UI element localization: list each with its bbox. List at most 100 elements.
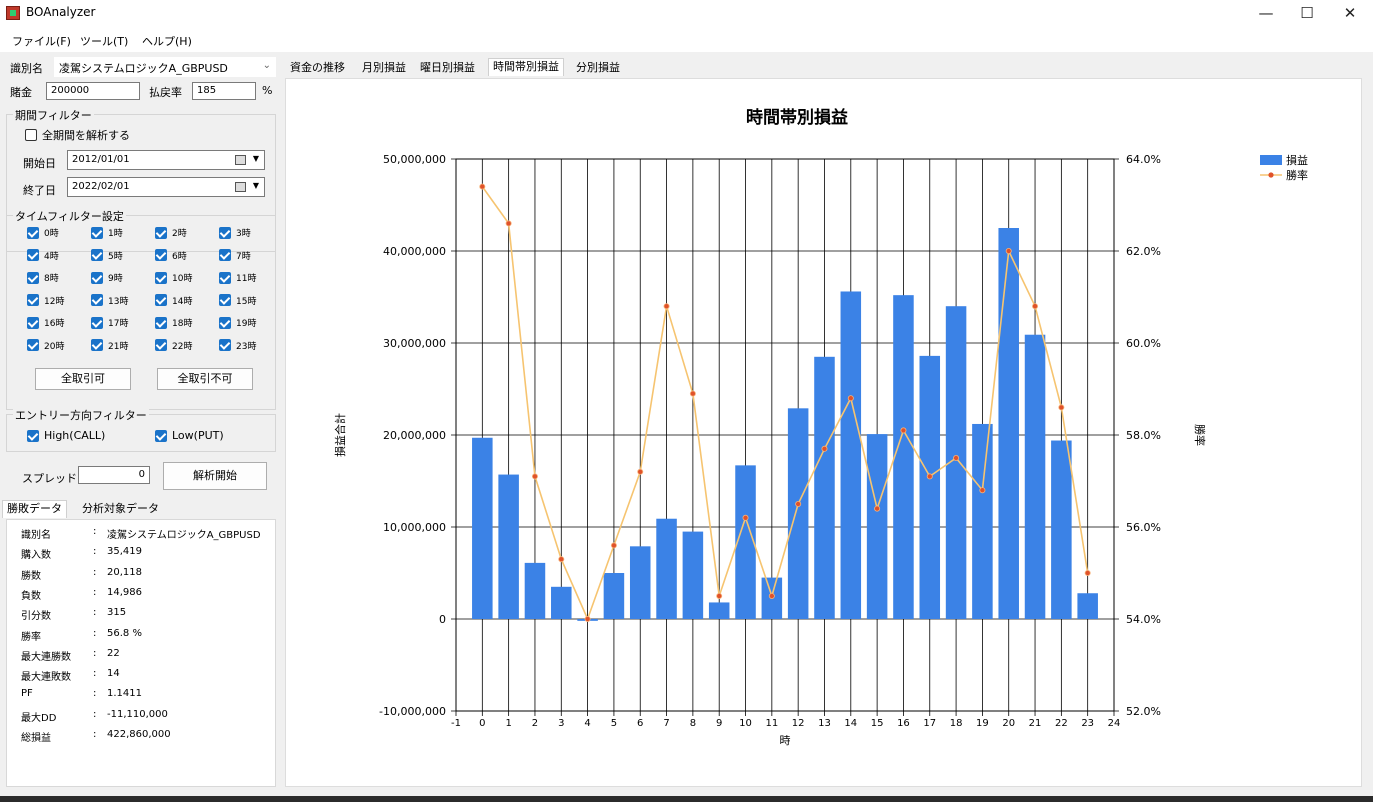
- all-period-checkbox[interactable]: 全期間を解析する: [25, 127, 130, 143]
- stake-input[interactable]: 200000: [46, 82, 140, 100]
- hour-checkbox-11[interactable]: 11時: [219, 271, 256, 284]
- app-icon: [6, 6, 20, 20]
- tab-weekday-pnl[interactable]: 曜日別損益: [416, 60, 479, 78]
- menu-help[interactable]: ヘルプ(H): [142, 33, 192, 49]
- chevron-down-icon: ▼: [252, 154, 259, 163]
- tab-minute-pnl[interactable]: 分別損益: [572, 60, 624, 78]
- stat-colon: :: [93, 546, 97, 558]
- win-rate-point-17: [926, 473, 933, 480]
- hour-checkbox-22[interactable]: 22時: [155, 339, 192, 352]
- stat-colon: :: [93, 566, 97, 578]
- stat-value: 14: [107, 668, 120, 680]
- checkbox-icon: [27, 429, 39, 442]
- low-put-checkbox[interactable]: Low(PUT): [155, 429, 224, 442]
- deny-all-button[interactable]: 全取引不可: [157, 368, 253, 390]
- hour-checkbox-4[interactable]: 4時: [27, 249, 59, 262]
- hour-checkbox-13[interactable]: 13時: [91, 294, 128, 307]
- hour-checkbox-7[interactable]: 7時: [219, 249, 251, 262]
- start-date-picker[interactable]: 2012/01/01 ▼: [67, 150, 265, 170]
- y-tick-label: 0: [439, 613, 446, 626]
- bar-0: [472, 437, 493, 619]
- hour-checkbox-6[interactable]: 6時: [155, 249, 187, 262]
- hour-checkbox-1[interactable]: 1時: [91, 226, 123, 239]
- win-rate-point-10: [742, 514, 749, 521]
- checkbox-icon: [91, 339, 103, 351]
- hour-label: 11時: [236, 274, 257, 284]
- x-tick-label: 6: [637, 718, 643, 729]
- end-date-picker[interactable]: 2022/02/01 ▼: [67, 177, 265, 197]
- hour-checkbox-9[interactable]: 9時: [91, 271, 123, 284]
- checkbox-icon: [27, 294, 39, 306]
- y2-tick-label: 52.0%: [1126, 705, 1161, 718]
- hour-label: 5時: [108, 251, 123, 262]
- hour-checkbox-10[interactable]: 10時: [155, 271, 192, 284]
- checkbox-icon: [155, 339, 167, 351]
- stat-colon: :: [93, 668, 97, 680]
- all-period-label: 全期間を解析する: [42, 129, 130, 142]
- hour-checkbox-12[interactable]: 12時: [27, 294, 64, 307]
- bar-5: [603, 573, 625, 619]
- maximize-button[interactable]: ☐: [1284, 0, 1330, 28]
- hour-checkbox-20[interactable]: 20時: [27, 339, 64, 352]
- checkbox-icon: [219, 226, 231, 239]
- y2-axis-label: 勝率: [1193, 424, 1207, 446]
- bar-16: [893, 295, 914, 619]
- menu-tools[interactable]: ツール(T): [80, 33, 128, 49]
- minimize-button[interactable]: —: [1243, 0, 1289, 28]
- tab-win-loss-data[interactable]: 勝敗データ: [2, 500, 67, 518]
- tab-monthly-pnl[interactable]: 月別損益: [358, 60, 410, 78]
- win-rate-point-1: [505, 220, 512, 227]
- hour-label: 17時: [108, 319, 129, 329]
- hour-checkbox-19[interactable]: 19時: [219, 316, 256, 329]
- x-tick-label: 12: [792, 718, 805, 729]
- y2-tick-label: 58.0%: [1126, 429, 1161, 442]
- hour-checkbox-18[interactable]: 18時: [155, 316, 192, 329]
- hour-checkbox-8[interactable]: 8時: [27, 271, 59, 284]
- win-rate-line: [481, 186, 1089, 622]
- hour-checkbox-16[interactable]: 16時: [27, 316, 64, 329]
- tab-analysis-target-data[interactable]: 分析対象データ: [78, 501, 163, 519]
- hour-checkbox-0[interactable]: 0時: [27, 226, 59, 239]
- hour-checkbox-5[interactable]: 5時: [91, 249, 123, 262]
- hour-checkbox-23[interactable]: 23時: [219, 339, 256, 352]
- y2-tick-label: 64.0%: [1126, 153, 1161, 166]
- y2-tick-label: 54.0%: [1126, 613, 1161, 626]
- hour-checkbox-21[interactable]: 21時: [91, 339, 128, 352]
- tab-funds-trend[interactable]: 資金の推移: [286, 60, 349, 78]
- stat-value: 1.1411: [107, 688, 142, 700]
- tab-hourly-pnl[interactable]: 時間帯別損益: [488, 58, 564, 76]
- x-axis-label: 時: [780, 734, 791, 747]
- y2-tick-label: 62.0%: [1126, 245, 1161, 258]
- menu-file[interactable]: ファイル(F): [12, 33, 71, 49]
- entry-filter-title: エントリー方向フィルター: [13, 407, 149, 423]
- close-button[interactable]: ✕: [1327, 0, 1373, 28]
- hour-checkbox-14[interactable]: 14時: [155, 294, 192, 307]
- allow-all-button[interactable]: 全取引可: [35, 368, 131, 390]
- run-analysis-button[interactable]: 解析開始: [163, 462, 267, 490]
- bar-17: [919, 355, 941, 619]
- spread-input[interactable]: 0: [78, 466, 150, 484]
- entry-filter-group: エントリー方向フィルター High(CALL) Low(PUT): [6, 407, 276, 452]
- win-rate-point-14: [847, 395, 854, 402]
- x-tick-label: 11: [765, 718, 778, 729]
- hour-checkbox-2[interactable]: 2時: [155, 226, 187, 239]
- chevron-down-icon: ⌄: [262, 60, 271, 71]
- win-rate-point-6: [637, 468, 644, 475]
- payout-input[interactable]: 185: [192, 82, 256, 100]
- hour-label: 2時: [172, 229, 187, 239]
- logic-select[interactable]: 凌駕システムロジックA_GBPUSD ⌄: [54, 57, 276, 77]
- high-call-checkbox[interactable]: High(CALL): [27, 429, 105, 442]
- hourly-pnl-chart: 時間帯別損益-1 0 1 2 3 4 5 6 7 8 9 10 11 12 13 14 15 16 17 18 19 20…: [333, 107, 1308, 747]
- bar-19: [972, 423, 993, 619]
- calendar-icon: [235, 155, 246, 165]
- bar-13: [814, 356, 835, 619]
- chart-panel: 時間帯別損益 -1 0 1 2 3 4 5 6 7 8 9 10 11 12 13 14 15 16 17 18 19 20…: [285, 78, 1362, 787]
- time-filter-title: タイムフィルター設定: [13, 208, 126, 224]
- hour-checkbox-3[interactable]: 3時: [219, 226, 251, 239]
- stat-key: 総損益: [21, 733, 51, 744]
- hour-checkbox-15[interactable]: 15時: [219, 294, 256, 307]
- stat-value: 20,118: [107, 566, 142, 578]
- start-date-value: 2012/01/01: [72, 154, 130, 165]
- hour-checkbox-17[interactable]: 17時: [91, 316, 128, 329]
- y2-tick-label: 60.0%: [1126, 337, 1161, 350]
